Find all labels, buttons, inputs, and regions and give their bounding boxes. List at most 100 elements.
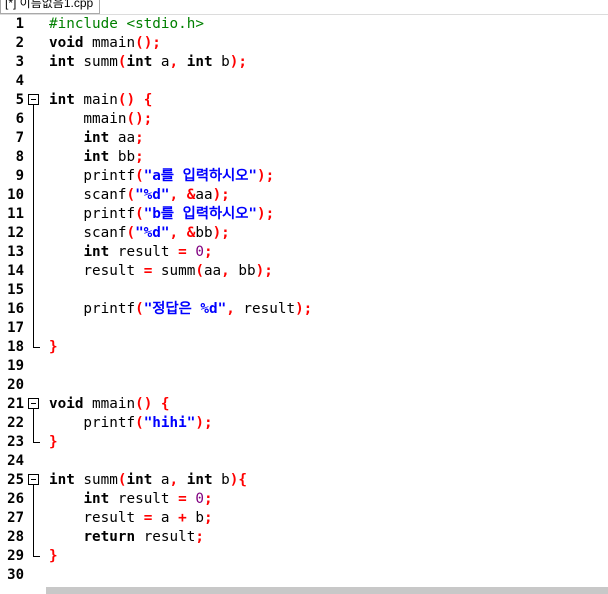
code-token: b <box>212 54 230 70</box>
code-token: { <box>143 92 153 108</box>
code-line[interactable]: 7 int aa; <box>0 129 608 148</box>
code-token: a <box>152 472 170 488</box>
code-token: () <box>135 396 153 412</box>
code-token: "%d" <box>135 225 170 241</box>
code-line[interactable]: 16 printf("정답은 %d", result); <box>0 300 608 319</box>
code-line[interactable]: 30 <box>0 566 608 585</box>
code-token: 0 <box>195 491 204 507</box>
code-token: summ <box>74 54 118 70</box>
code-token: printf <box>49 301 136 317</box>
code-line[interactable]: 2 void mmain(); <box>0 34 608 53</box>
line-number: 30 <box>7 567 24 583</box>
code-token: summ <box>74 472 118 488</box>
code-text: int result = 0; <box>49 243 212 262</box>
code-line[interactable]: 13 int result = 0; <box>0 243 608 262</box>
code-line[interactable]: 5 int main() { <box>0 91 608 110</box>
code-line[interactable]: 6 mmain(); <box>0 110 608 129</box>
code-token: ); <box>212 187 230 203</box>
fold-guide <box>33 490 34 509</box>
code-line[interactable]: 18} <box>0 338 608 357</box>
code-token: int <box>83 491 110 507</box>
code-token: , <box>169 225 179 241</box>
code-line[interactable]: 11 printf("b를 입력하시오"); <box>0 205 608 224</box>
code-token: int <box>186 54 213 70</box>
file-tab[interactable]: [*] 이름없음1.cpp <box>0 0 101 14</box>
code-line[interactable]: 28 return result; <box>0 528 608 547</box>
fold-end-marker <box>33 433 40 443</box>
code-line[interactable]: 4 <box>0 72 608 91</box>
code-token: printf <box>49 415 136 431</box>
code-token: () <box>117 92 136 108</box>
code-token: result <box>109 491 179 507</box>
code-line[interactable]: 20 <box>0 376 608 395</box>
code-line[interactable]: 29} <box>0 547 608 566</box>
code-line[interactable]: 25 int summ(int a, int b){ <box>0 471 608 490</box>
code-token: = <box>178 244 187 260</box>
code-token: , <box>169 187 179 203</box>
fold-toggle-icon[interactable] <box>28 398 39 409</box>
code-token: ( <box>135 168 144 184</box>
fold-guide <box>33 262 34 281</box>
code-line[interactable]: 8 int bb; <box>0 148 608 167</box>
code-token: void <box>49 396 84 412</box>
code-token: mmain <box>49 111 127 127</box>
code-line[interactable]: 24 <box>0 452 608 471</box>
code-token: ); <box>229 54 248 70</box>
code-token: b <box>186 510 204 526</box>
fold-guide <box>33 414 34 433</box>
code-text: int main() { <box>49 91 152 110</box>
code-token: int <box>49 472 75 488</box>
code-text: result = a + b; <box>49 509 213 528</box>
code-line[interactable]: 1 #include <stdio.h> <box>0 15 608 34</box>
fold-guide <box>33 186 34 205</box>
code-token: ); <box>212 225 230 241</box>
code-line[interactable]: 14 result = summ(aa, bb); <box>0 262 608 281</box>
code-line[interactable]: 12 scanf("%d", &bb); <box>0 224 608 243</box>
code-line[interactable]: 26 int result = 0; <box>0 490 608 509</box>
fold-guide <box>33 243 34 262</box>
line-number: 14 <box>7 263 24 279</box>
code-text: int summ(int a, int b); <box>49 53 247 72</box>
line-number: 9 <box>15 168 24 184</box>
code-line[interactable]: 9 printf("a를 입력하시오"); <box>0 167 608 186</box>
line-number: 23 <box>7 434 24 450</box>
code-line[interactable]: 23} <box>0 433 608 452</box>
code-token: { <box>160 396 170 412</box>
fold-guide <box>33 129 34 148</box>
code-line[interactable]: 3 int summ(int a, int b); <box>0 53 608 72</box>
code-text: int result = 0; <box>49 490 212 509</box>
code-line[interactable]: 10 scanf("%d", &aa); <box>0 186 608 205</box>
code-line[interactable]: 21 void mmain() { <box>0 395 608 414</box>
code-token: a <box>152 510 179 526</box>
code-token: ); <box>195 415 213 431</box>
code-token: int <box>83 149 110 165</box>
code-token: (); <box>135 35 161 51</box>
file-tab-bar: [*] 이름없음1.cpp <box>0 0 608 15</box>
code-line[interactable]: 22 printf("hihi"); <box>0 414 608 433</box>
horizontal-scrollbar[interactable] <box>46 587 608 594</box>
code-token: ( <box>195 263 204 279</box>
code-token: ; <box>203 510 213 526</box>
code-token: main <box>74 92 118 108</box>
code-token: ); <box>295 301 313 317</box>
line-number: 5 <box>15 92 24 108</box>
code-line[interactable]: 17 <box>0 319 608 338</box>
code-token: bb <box>229 263 256 279</box>
code-line[interactable]: 15 <box>0 281 608 300</box>
code-text: #include <stdio.h> <box>49 15 204 34</box>
code-token: aa <box>109 130 136 146</box>
code-line[interactable]: 27 result = a + b; <box>0 509 608 528</box>
line-number: 29 <box>7 548 24 564</box>
line-number: 15 <box>7 282 24 298</box>
code-token: ( <box>135 415 144 431</box>
code-token: ); <box>255 263 273 279</box>
fold-toggle-icon[interactable] <box>28 474 39 485</box>
fold-toggle-icon[interactable] <box>28 94 39 105</box>
code-editor[interactable]: 1 #include <stdio.h> 2 void mmain(); 3 int su… <box>0 15 608 587</box>
fold-guide <box>33 319 34 338</box>
code-line[interactable]: 19 <box>0 357 608 376</box>
code-token: ; <box>195 529 204 545</box>
